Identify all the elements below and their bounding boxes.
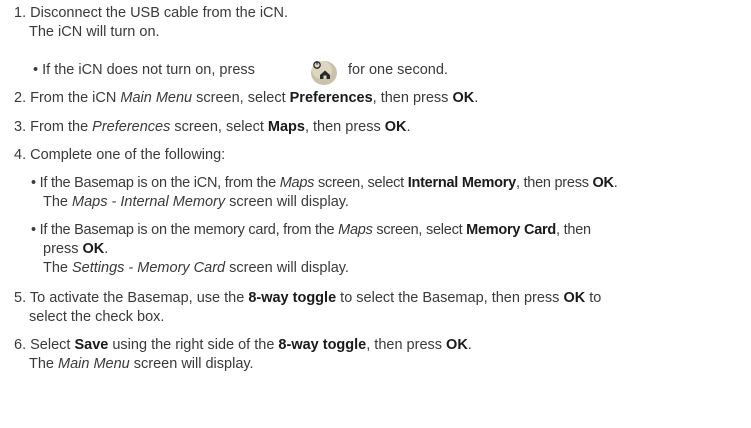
step-6: 6. Select Save using the right side of t… (14, 337, 472, 353)
step-1: 1. Disconnect the USB cable from the iCN… (14, 4, 288, 22)
step-4-bullet-2-result: The Settings - Memory Card screen will d… (43, 260, 349, 276)
bullet: • (31, 175, 36, 191)
step-1-bullet: • If the iCN does not turn on, press (33, 61, 255, 79)
power-home-button-icon (308, 56, 342, 86)
bullet: • (33, 62, 39, 78)
step-5-cont: select the check box. (29, 309, 165, 325)
step-4-bullet-1-result: The Maps - Internal Memory screen will d… (43, 194, 349, 210)
step-number: 1. (14, 5, 27, 21)
step-4-bullet-2-cont: press OK. (43, 241, 109, 257)
step-3: 3. From the Preferences screen, select M… (14, 119, 411, 135)
step-5: 5. To activate the Basemap, use the 8-wa… (14, 290, 602, 306)
bullet-text: If the iCN does not turn on, press (42, 62, 255, 78)
step-6-result: The Main Menu screen will display. (29, 356, 254, 372)
step-4-bullet-1: • If the Basemap is on the iCN, from the… (31, 175, 618, 191)
step-2: 2. From the iCN Main Menu screen, select… (14, 90, 479, 106)
step-1-result: The iCN will turn on. (29, 24, 160, 40)
step-1-bullet-end: for one second. (348, 62, 448, 78)
step-4-bullet-2: • If the Basemap is on the memory card, … (31, 222, 591, 238)
bullet: • (31, 222, 36, 238)
step-4: 4. Complete one of the following: (14, 147, 226, 163)
step-text: Disconnect the USB cable from the iCN. (30, 5, 289, 21)
